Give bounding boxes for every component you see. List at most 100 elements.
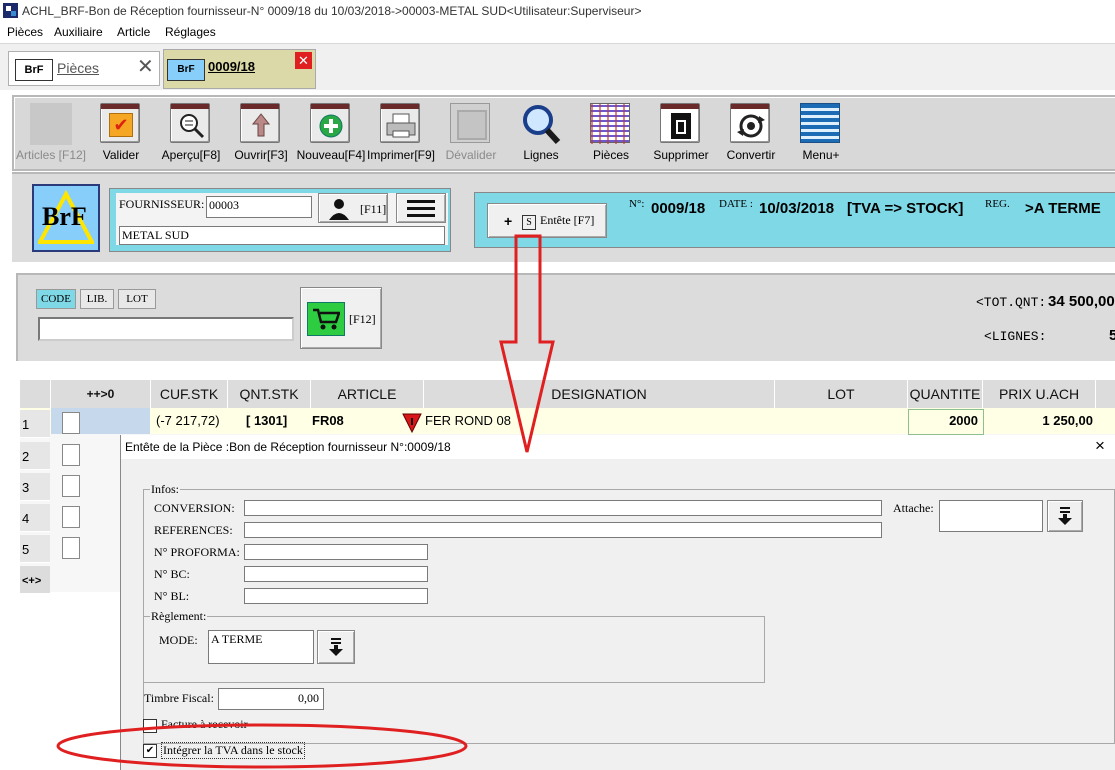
fournisseur-name-field[interactable]: METAL SUD — [119, 226, 445, 245]
apercu-button[interactable]: Aperçu[F8] — [156, 101, 226, 165]
menu-reglages[interactable]: Réglages — [165, 25, 216, 39]
f12-label: [F12] — [349, 312, 376, 326]
lignes-button[interactable]: Lignes — [506, 101, 576, 165]
lignes-count-label: <LIGNES: — [984, 329, 1047, 344]
reg-label: REG. — [985, 198, 1010, 210]
convert-icon — [730, 103, 770, 143]
menu-auxiliaire[interactable]: Auxiliaire — [54, 25, 103, 39]
grid-footer-marker[interactable]: <+> — [20, 566, 50, 594]
devalider-button[interactable]: Dévalider — [436, 101, 506, 165]
date-label: DATE : — [719, 198, 753, 210]
pieces-button[interactable]: Pièces — [576, 101, 646, 165]
toolbar: Articles [F12] ✔ Valider Aperçu[F8] Ouvr… — [12, 95, 1115, 171]
entete-button[interactable]: + S Entête [F7] — [487, 203, 607, 238]
col-header-qnt-stk[interactable]: QNT.STK — [228, 380, 311, 408]
proforma-label: N° PROFORMA: — [154, 545, 240, 559]
tab-pieces-label: Pièces — [57, 60, 100, 76]
article-search-panel: CODE LIB. LOT [F12] <TOT.QNT: 34 500,00 … — [16, 273, 1115, 361]
article-lookup-icon — [402, 413, 422, 433]
fournisseur-button[interactable]: [F11] — [318, 193, 388, 223]
proforma-field[interactable] — [244, 544, 428, 560]
valider-button[interactable]: ✔ Valider — [86, 101, 156, 165]
cell-prix: 1 250,00 — [1042, 413, 1093, 428]
mode-lib-button[interactable]: LIB. — [80, 289, 114, 309]
nouveau-button[interactable]: Nouveau[F4] — [296, 101, 366, 165]
trash-icon — [660, 103, 700, 143]
hamburger-menu-button[interactable] — [396, 193, 446, 223]
bc-field[interactable] — [244, 566, 428, 582]
mode-label: MODE: — [159, 633, 198, 647]
tot-qnt-label: <TOT.QNT: — [976, 295, 1047, 310]
preview-icon — [170, 103, 210, 143]
bl-field[interactable] — [244, 588, 428, 604]
imprimer-button[interactable]: Imprimer[F9] — [366, 101, 436, 165]
row-checkbox[interactable] — [62, 537, 80, 559]
col-header-designation[interactable]: DESIGNATION — [424, 380, 775, 408]
brf-tab-icon: BrF — [15, 59, 53, 81]
facture-checkbox[interactable] — [143, 719, 157, 733]
row-checkbox[interactable] — [62, 506, 80, 528]
menu-plus-button[interactable]: Menu+ — [786, 101, 856, 165]
menu-pieces[interactable]: Pièces — [7, 25, 43, 39]
references-label: REFERENCES: — [154, 523, 233, 537]
conversion-field[interactable] — [244, 500, 882, 516]
cell-article: FR08 — [312, 413, 344, 428]
entete-dialog: Entête de la Pièce :Bon de Réception fou… — [120, 435, 1115, 770]
col-header-toggle[interactable]: ++>0 — [51, 380, 151, 408]
dialog-close-icon[interactable]: × — [1095, 436, 1105, 456]
grid-corner — [20, 380, 51, 408]
row-checkbox[interactable] — [62, 444, 80, 466]
row-number[interactable]: 1 — [20, 410, 50, 438]
col-header-quantite[interactable]: QUANTITE — [908, 380, 983, 408]
fournisseur-code-field[interactable]: 00003 — [206, 196, 312, 218]
close-icon[interactable]: ✕ — [295, 52, 312, 69]
mode-field[interactable]: A TERME — [208, 630, 314, 664]
attache-field[interactable] — [939, 500, 1043, 532]
window-title: ACHL_BRF-Bon de Réception fournisseur-N°… — [22, 4, 642, 18]
tab-pieces[interactable]: BrF Pièces ✕ — [8, 51, 160, 86]
col-header-article[interactable]: ARTICLE — [311, 380, 424, 408]
col-header-cuf-stk[interactable]: CUF.STK — [151, 380, 228, 408]
references-field[interactable] — [244, 522, 882, 538]
attache-browse-button[interactable] — [1047, 500, 1083, 532]
row-number[interactable]: 2 — [20, 442, 50, 470]
facture-label: Facture à recevoir — [161, 717, 248, 731]
dialog-title: Entête de la Pièce :Bon de Réception fou… — [125, 440, 451, 454]
cart-button[interactable]: [F12] — [300, 287, 382, 349]
integrer-tva-checkbox[interactable]: ✔ — [143, 744, 157, 758]
timbre-field[interactable]: 0,00 — [218, 688, 324, 710]
timbre-label: Timbre Fiscal: — [144, 691, 214, 705]
entete-label: Entête [F7] — [540, 213, 595, 227]
row-checkbox[interactable] — [62, 475, 80, 497]
convertir-button[interactable]: Convertir — [716, 101, 786, 165]
table-row[interactable]: (-7 217,72) [ 1301] FR08 FER ROND 08 200… — [20, 408, 1115, 435]
tab-0009-18[interactable]: BrF 0009/18 ✕ — [163, 49, 316, 89]
tab-close-icon[interactable]: ✕ — [137, 54, 154, 79]
cell-designation: FER ROND 08 — [425, 413, 511, 428]
document-info: N°: 0009/18 DATE : 10/03/2018 [TVA => ST… — [625, 193, 1115, 245]
row-number[interactable]: 4 — [20, 504, 50, 532]
arrow-up-icon — [240, 103, 280, 143]
col-header-lot[interactable]: LOT — [775, 380, 908, 408]
row-checkbox[interactable] — [62, 412, 80, 434]
brf-tab-icon: BrF — [167, 59, 205, 81]
article-search-input[interactable] — [38, 317, 294, 341]
menu-plus-label: Menu+ — [802, 148, 840, 162]
brf-logo-text: BrF — [42, 202, 87, 231]
supprimer-button[interactable]: Supprimer — [646, 101, 716, 165]
mode-browse-button[interactable] — [317, 630, 355, 664]
mode-lot-button[interactable]: LOT — [118, 289, 156, 309]
cart-icon — [307, 302, 345, 336]
menu-article[interactable]: Article — [117, 25, 150, 39]
fournisseur-label: FOURNISSEUR: — [119, 197, 205, 211]
numero-value: 0009/18 — [651, 200, 706, 217]
mode-code-button[interactable]: CODE — [36, 289, 76, 309]
ouvrir-button[interactable]: Ouvrir[F3] — [226, 101, 296, 165]
articles-button[interactable]: Articles [F12] — [16, 101, 86, 165]
col-header-extra — [1096, 380, 1115, 408]
date-value: 10/03/2018 — [759, 200, 835, 217]
s-shortcut-icon: S — [522, 215, 536, 230]
row-number[interactable]: 3 — [20, 473, 50, 501]
col-header-prix[interactable]: PRIX U.ACH — [983, 380, 1096, 408]
row-number[interactable]: 5 — [20, 535, 50, 563]
